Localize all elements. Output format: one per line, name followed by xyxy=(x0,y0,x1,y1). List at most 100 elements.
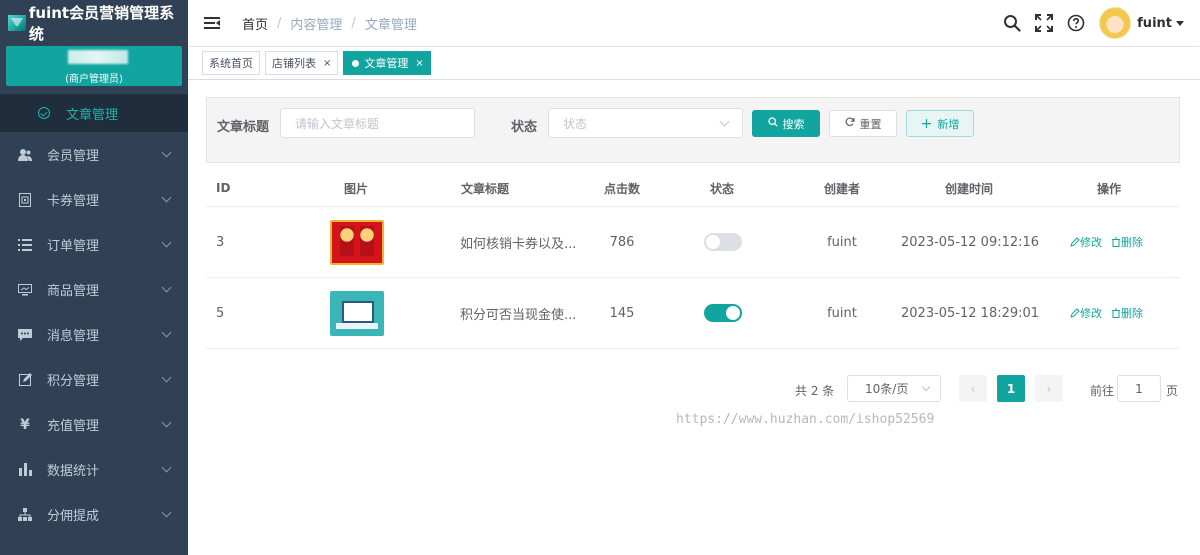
edit-icon xyxy=(1070,237,1080,247)
col-clicks: 点击数 xyxy=(603,181,640,196)
sidebar-item-message[interactable]: 消息管理 xyxy=(0,312,188,357)
col-creator: 创建者 xyxy=(823,181,860,196)
sidebar-item-recharge[interactable]: ¥ 充值管理 xyxy=(0,402,188,447)
tag-label: 文章管理 xyxy=(364,57,409,70)
add-button[interactable]: + 新增 xyxy=(906,110,974,137)
edit-button[interactable]: 修改 xyxy=(1070,234,1102,250)
status-switch[interactable] xyxy=(704,304,742,322)
search-form: 文章标题 请输入文章标题 状态 状态 搜索 重置 + 新增 xyxy=(206,97,1180,163)
delete-button[interactable]: 删除 xyxy=(1111,234,1143,250)
tags-view: 系统首页 店铺列表 × 文章管理 × xyxy=(188,46,1200,80)
app-logo[interactable]: fuint会员营销管理系统 xyxy=(0,0,188,46)
sidebar-item-coupon[interactable]: 卡券管理 xyxy=(0,177,188,222)
sidebar-item-label: 订单管理 xyxy=(47,239,100,254)
page-button-current[interactable]: 1 xyxy=(997,375,1025,402)
tag-home[interactable]: 系统首页 xyxy=(202,51,260,75)
active-dot-icon xyxy=(352,59,360,67)
chevron-down-icon xyxy=(161,462,172,473)
cell-created: 2023-05-12 09:12:16 xyxy=(901,234,1040,250)
fullscreen-icon[interactable] xyxy=(1035,14,1054,32)
sidebar-item-label: 商品管理 xyxy=(47,284,100,299)
status-select[interactable]: 状态 xyxy=(548,108,743,138)
status-placeholder: 状态 xyxy=(563,116,588,131)
top-navbar: 首页 / 内容管理 / 文章管理 fuint xyxy=(188,0,1200,46)
cell-id: 5 xyxy=(216,305,225,321)
sidebar-item-commission[interactable]: 分佣提成 xyxy=(0,492,188,537)
username[interactable]: fuint xyxy=(1137,16,1172,31)
cell-status xyxy=(704,278,742,348)
sidebar-item-label: 会员管理 xyxy=(47,149,100,164)
goto-page-input[interactable]: 1 xyxy=(1117,375,1161,402)
chevron-down-icon xyxy=(161,327,172,338)
cell-creator: fuint xyxy=(827,234,857,250)
page-size-select[interactable]: 10条/页 xyxy=(847,375,941,402)
prev-page-button[interactable]: ‹ xyxy=(959,375,987,402)
chevron-down-icon xyxy=(161,192,172,203)
chevron-down-icon xyxy=(161,507,172,518)
page-size-value: 10条/页 xyxy=(865,382,909,396)
sidebar-item-label: 消息管理 xyxy=(47,329,100,344)
help-icon[interactable] xyxy=(1067,14,1085,32)
chevron-down-icon xyxy=(161,372,172,383)
sidebar-item-points[interactable]: 积分管理 xyxy=(0,357,188,402)
article-thumbnail[interactable] xyxy=(330,290,384,336)
chevron-down-icon xyxy=(161,417,172,428)
plus-icon: + xyxy=(920,115,933,132)
edit-icon xyxy=(18,373,32,387)
sidebar-item-article-manage[interactable]: 文章管理 xyxy=(0,94,188,132)
edit-label: 修改 xyxy=(1080,307,1102,320)
sidebar-item-stats[interactable]: 数据统计 xyxy=(0,447,188,492)
sidebar-item-label: 文章管理 xyxy=(66,107,119,123)
merchant-role: (商户管理员) xyxy=(65,74,123,85)
hamburger-icon[interactable] xyxy=(204,16,220,30)
yen-icon: ¥ xyxy=(20,416,30,433)
table-row: 5 积分可否当现金使... 145 fuint 2023-05-12 18:29… xyxy=(206,278,1180,349)
sidebar-item-member[interactable]: 会员管理 xyxy=(0,132,188,177)
sidebar-item-label: 充值管理 xyxy=(47,419,100,434)
cell-status xyxy=(704,207,742,277)
breadcrumb-content: 内容管理 xyxy=(290,17,343,33)
sidebar-item-goods[interactable]: 商品管理 xyxy=(0,267,188,312)
next-page-button[interactable]: › xyxy=(1035,375,1063,402)
breadcrumb-separator: / xyxy=(351,15,356,31)
close-icon[interactable]: × xyxy=(323,58,331,69)
caret-down-icon[interactable] xyxy=(1176,20,1184,26)
monitor-icon xyxy=(18,283,32,297)
pagination-total: 共 2 条 xyxy=(795,384,835,398)
edit-icon xyxy=(1070,308,1080,318)
search-button[interactable]: 搜索 xyxy=(752,110,820,137)
merchant-name-redacted xyxy=(68,50,128,64)
cell-title: 如何核销卡券以及... xyxy=(460,236,577,252)
delete-label: 删除 xyxy=(1121,236,1143,249)
table-row: 3 如何核销卡券以及... 786 fuint 2023-05-12 09:12… xyxy=(206,207,1180,278)
tag-label: 系统首页 xyxy=(209,57,253,70)
breadcrumb: 首页 / 内容管理 / 文章管理 xyxy=(242,14,417,33)
bar-chart-icon xyxy=(18,463,32,477)
cell-clicks: 145 xyxy=(609,305,635,321)
col-title: 文章标题 xyxy=(460,181,509,196)
col-image: 图片 xyxy=(343,181,368,196)
message-icon xyxy=(18,328,32,342)
edit-button[interactable]: 修改 xyxy=(1070,305,1102,321)
sidebar-item-order[interactable]: 订单管理 xyxy=(0,222,188,267)
goto-label: 前往 xyxy=(1090,384,1115,398)
title-input[interactable]: 请输入文章标题 xyxy=(280,108,475,138)
article-thumbnail[interactable] xyxy=(330,219,384,265)
reset-button[interactable]: 重置 xyxy=(829,110,897,137)
refresh-icon xyxy=(845,117,855,130)
col-created: 创建时间 xyxy=(944,181,993,196)
navbar-right: fuint xyxy=(1003,0,1200,46)
close-icon[interactable]: × xyxy=(415,58,423,69)
tag-article-manage[interactable]: 文章管理 × xyxy=(343,51,431,75)
search-icon[interactable] xyxy=(1003,14,1021,32)
delete-button[interactable]: 删除 xyxy=(1111,305,1143,321)
list-icon xyxy=(18,238,32,252)
avatar[interactable] xyxy=(1099,7,1132,39)
search-button-label: 搜索 xyxy=(782,117,805,131)
col-id: ID xyxy=(216,181,231,195)
chevron-down-icon xyxy=(719,116,730,127)
status-switch[interactable] xyxy=(704,233,742,251)
tag-store-list[interactable]: 店铺列表 × xyxy=(265,51,339,75)
cell-actions: 修改 删除 xyxy=(1070,278,1143,348)
breadcrumb-home[interactable]: 首页 xyxy=(242,14,268,33)
